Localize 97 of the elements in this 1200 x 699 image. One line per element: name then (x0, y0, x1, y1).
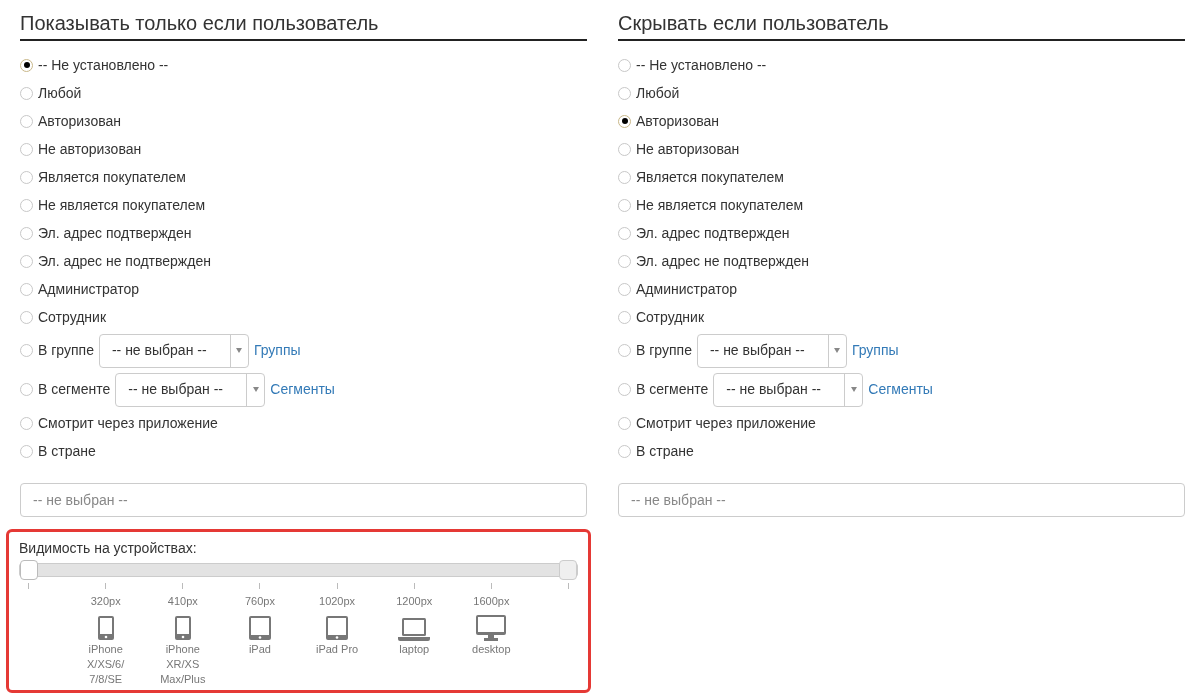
option-label: Не авторизован (636, 139, 740, 159)
width-label: 410px (167, 594, 198, 609)
device-label: 7/8/SE (89, 671, 123, 686)
option-label: В сегменте (636, 380, 709, 399)
group-select[interactable]: -- не выбран -- (713, 372, 864, 407)
group-select[interactable]: -- не выбран -- (115, 372, 266, 407)
caret-icon (850, 387, 857, 392)
device-label: XR/XS (166, 656, 200, 671)
device-label: iPhone (88, 641, 123, 656)
option-label: Эл. адрес подтвержден (38, 223, 192, 243)
country-field[interactable]: -- не выбран -- (20, 483, 587, 517)
radio-button[interactable] (20, 114, 33, 128)
laptop-icon (398, 616, 431, 641)
option-label: Любой (636, 83, 680, 103)
option-label: Является покупателем (38, 167, 186, 187)
width-label: 760px (244, 594, 275, 609)
link[interactable]: Сегменты (270, 379, 335, 400)
link[interactable]: Группы (851, 340, 899, 361)
option-label: Администратор (38, 279, 139, 299)
radio-button[interactable] (618, 142, 631, 156)
phone-icon (173, 614, 192, 641)
option-label: Авторизован (636, 111, 719, 131)
radio-button[interactable] (20, 282, 33, 296)
option-label: В стране (636, 441, 694, 461)
slider-handle[interactable] (20, 560, 38, 580)
caret-icon (236, 348, 243, 353)
tablet-icon (325, 614, 350, 641)
option-label: В группе (38, 341, 94, 360)
group-select[interactable]: -- не выбран -- (696, 333, 847, 368)
radio-button[interactable] (618, 444, 631, 458)
radio-button[interactable] (618, 254, 631, 268)
device-label: iPad (248, 641, 271, 656)
device-label: iPhone (165, 641, 200, 656)
option-label: Не является покупателем (38, 195, 206, 215)
option-label: Сотрудник (38, 307, 106, 327)
caret-icon (834, 348, 841, 353)
radio-button[interactable] (20, 344, 33, 357)
device-label: X/XS/6/ (87, 656, 125, 671)
radio-button[interactable] (20, 226, 33, 240)
device-label: iPad Pro (315, 641, 359, 656)
radio-button[interactable] (20, 416, 33, 430)
radio-button[interactable] (20, 198, 33, 212)
option-label: Авторизован (38, 111, 121, 131)
device-label: Max/Plus (160, 671, 206, 686)
radio-button[interactable] (618, 226, 631, 240)
option-label: В сегменте (38, 380, 111, 399)
option-label: Эл. адрес подтвержден (636, 223, 790, 243)
device-label: desktop (472, 641, 511, 656)
option-label: В стране (38, 441, 96, 461)
caret-icon (252, 387, 259, 392)
radio-button[interactable] (618, 282, 631, 296)
option-label: -- Не установлено -- (636, 55, 767, 75)
option-label: В группе (636, 341, 692, 360)
width-label: 1200px (396, 594, 433, 609)
radio-button[interactable] (20, 254, 33, 268)
device-label: laptop (399, 641, 430, 656)
country-field[interactable]: -- не выбран -- (618, 483, 1185, 517)
radio-button[interactable] (618, 170, 631, 184)
option-label: Смотрит через приложение (38, 413, 218, 433)
radio-button[interactable] (618, 114, 631, 128)
radio-button[interactable] (20, 170, 33, 184)
radio-button[interactable] (20, 58, 33, 72)
radio-button[interactable] (618, 58, 631, 72)
option-label: Любой (38, 83, 82, 103)
section-title: Скрывать если пользователь (618, 10, 1185, 41)
radio-button[interactable] (20, 142, 33, 156)
width-label: 1020px (319, 594, 356, 609)
monitor-icon (476, 614, 507, 641)
section-title: Показывать только если пользователь (20, 10, 587, 41)
radio-button[interactable] (20, 310, 33, 324)
radio-button[interactable] (20, 86, 33, 100)
option-label: Является покупателем (636, 167, 784, 187)
radio-button[interactable] (618, 86, 631, 100)
tablet-icon (247, 614, 272, 641)
option-label: Не авторизован (38, 139, 142, 159)
option-label: Не является покупателем (636, 195, 804, 215)
link[interactable]: Группы (253, 340, 301, 361)
slider-handle[interactable] (559, 560, 577, 580)
link[interactable]: Сегменты (868, 379, 933, 400)
option-label: -- Не установлено -- (38, 55, 169, 75)
radio-button[interactable] (20, 444, 33, 458)
option-label: Эл. адрес не подтвержден (636, 251, 809, 271)
panel-title: Видимость на устройствах: (19, 539, 198, 558)
option-label: Эл. адрес не подтвержден (38, 251, 211, 271)
radio-button[interactable] (618, 198, 631, 212)
option-label: Администратор (636, 279, 737, 299)
width-label: 320px (90, 594, 121, 609)
group-select[interactable]: -- не выбран -- (98, 333, 249, 368)
radio-button[interactable] (20, 383, 33, 396)
option-label: Смотрит через приложение (636, 413, 816, 433)
radio-button[interactable] (618, 310, 631, 324)
radio-button[interactable] (618, 383, 631, 396)
width-label: 1600px (473, 594, 510, 609)
phone-icon (96, 614, 115, 641)
radio-button[interactable] (618, 344, 631, 357)
radio-button[interactable] (618, 416, 631, 430)
option-label: Сотрудник (636, 307, 704, 327)
